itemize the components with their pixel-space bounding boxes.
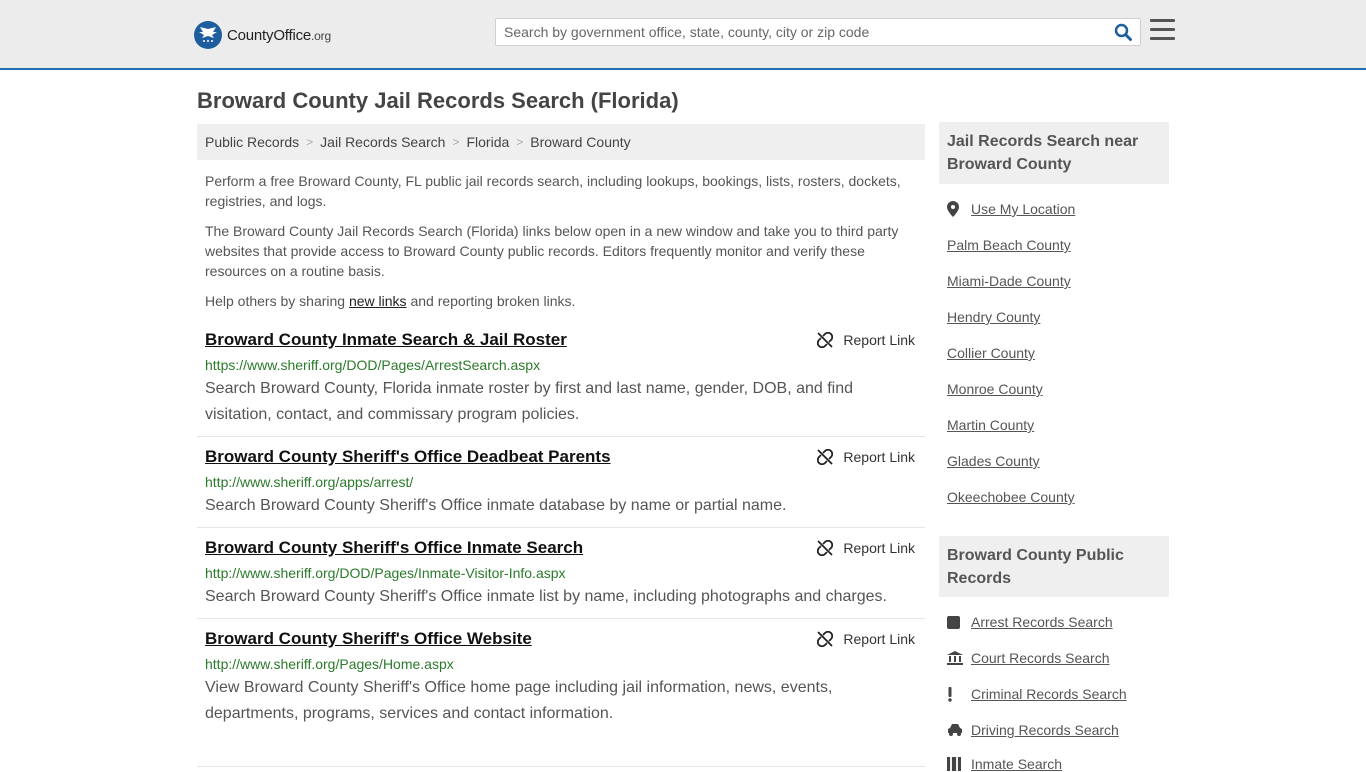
result-url: https://www.sheriff.org/DOD/Pages/Arrest… <box>205 357 541 373</box>
public-records-heading: Broward County Public Records <box>939 536 1169 597</box>
breadcrumb-public-records[interactable]: Public Records <box>205 134 299 150</box>
nearby-county-link[interactable]: Hendry County <box>947 309 1040 325</box>
arrest-records-link[interactable]: Arrest Records Search <box>971 614 1113 630</box>
nearby-county-link[interactable]: Martin County <box>947 417 1034 433</box>
use-my-location-link[interactable]: Use My Location <box>971 201 1075 217</box>
public-record-row: Arrest Records Search <box>947 614 1113 630</box>
result-title-link[interactable]: Broward County Sheriff's Office Inmate S… <box>205 538 583 558</box>
search-box <box>495 18 1141 46</box>
report-link-button[interactable]: Report Link <box>817 540 915 556</box>
court-records-link[interactable]: Court Records Search <box>971 650 1110 666</box>
report-link-button[interactable]: Report Link <box>817 332 915 348</box>
report-link-button[interactable]: Report Link <box>817 449 915 465</box>
public-record-row: Driving Records Search <box>947 722 1119 738</box>
nearby-county-link[interactable]: Okeechobee County <box>947 489 1075 505</box>
courthouse-icon <box>947 650 965 666</box>
search-icon <box>1114 23 1132 41</box>
intro-paragraph-2: The Broward County Jail Records Search (… <box>205 223 899 279</box>
result-url: http://www.sheriff.org/apps/arrest/ <box>205 474 414 490</box>
result-item: Broward County Sheriff's Office Inmate S… <box>197 538 925 619</box>
broken-link-icon <box>817 332 834 348</box>
broken-link-icon <box>817 631 834 647</box>
breadcrumb-broward-county[interactable]: Broward County <box>530 134 630 150</box>
site-logo[interactable]: CountyOffice.org <box>194 20 331 50</box>
nearby-county-link[interactable]: Collier County <box>947 345 1035 361</box>
breadcrumb-separator-icon: > <box>452 135 460 149</box>
square-icon <box>947 614 965 630</box>
logo-main: CountyOffice <box>227 26 312 44</box>
breadcrumb-separator-icon: > <box>306 135 314 149</box>
report-link-button[interactable]: Report Link <box>817 631 915 647</box>
breadcrumb-separator-icon: > <box>516 135 524 149</box>
use-location-row: Use My Location <box>947 201 1075 217</box>
criminal-records-link[interactable]: Criminal Records Search <box>971 686 1127 702</box>
breadcrumb: Public Records > Jail Records Search > F… <box>197 124 925 160</box>
search-input[interactable] <box>496 19 1106 45</box>
report-link-label: Report Link <box>843 540 915 556</box>
new-links-link[interactable]: new links <box>349 293 407 309</box>
broken-link-icon <box>817 449 834 465</box>
report-link-label: Report Link <box>843 332 915 348</box>
result-title-link[interactable]: Broward County Sheriff's Office Deadbeat… <box>205 447 611 467</box>
search-button[interactable] <box>1112 22 1134 42</box>
result-description: Search Broward County Sheriff's Office i… <box>205 588 887 605</box>
car-icon <box>947 722 965 738</box>
result-title-link[interactable]: Broward County Sheriff's Office Website <box>205 629 532 649</box>
nearby-county-link[interactable]: Miami-Dade County <box>947 273 1071 289</box>
result-description: Search Broward County, Florida inmate ro… <box>205 380 854 423</box>
result-url: http://www.sheriff.org/DOD/Pages/Inmate-… <box>205 565 566 581</box>
driving-records-link[interactable]: Driving Records Search <box>971 722 1119 738</box>
top-header: CountyOffice.org <box>0 0 1366 70</box>
report-link-label: Report Link <box>843 449 915 465</box>
result-item: Broward County Inmate Search & Jail Rost… <box>197 330 925 437</box>
result-description: View Broward County Sheriff's Office hom… <box>205 679 833 722</box>
nearby-heading: Jail Records Search near Broward County <box>939 122 1169 184</box>
intro-paragraph-3: Help others by sharing new links and rep… <box>205 291 917 311</box>
inmate-search-link[interactable]: Inmate Search <box>971 756 1062 772</box>
menu-bar-icon <box>1150 37 1175 40</box>
page-title: Broward County Jail Records Search (Flor… <box>197 88 679 113</box>
result-item: Broward County Sheriff's Office Website … <box>197 629 925 767</box>
intro-text: Perform a free Broward County, FL public… <box>205 171 917 321</box>
nearby-county-link[interactable]: Palm Beach County <box>947 237 1071 253</box>
public-record-row: Court Records Search <box>947 650 1110 666</box>
exclamation-icon <box>947 686 965 702</box>
intro-share-prefix: Help others by sharing <box>205 293 349 309</box>
hamburger-menu-button[interactable] <box>1150 19 1175 41</box>
menu-bar-icon <box>1150 28 1175 31</box>
broken-link-icon <box>817 540 834 556</box>
result-url: http://www.sheriff.org/Pages/Home.aspx <box>205 656 454 672</box>
nearby-county-link[interactable]: Glades County <box>947 453 1040 469</box>
report-link-label: Report Link <box>843 631 915 647</box>
breadcrumb-jail-records-search[interactable]: Jail Records Search <box>320 134 445 150</box>
result-description: Search Broward County Sheriff's Office i… <box>205 497 787 514</box>
logo-suffix: .org <box>311 28 331 43</box>
menu-bar-icon <box>1150 19 1175 22</box>
logo-text: CountyOffice.org <box>227 27 331 44</box>
breadcrumb-florida[interactable]: Florida <box>466 134 509 150</box>
nearby-county-link[interactable]: Monroe County <box>947 381 1043 397</box>
intro-share-suffix: and reporting broken links. <box>406 293 576 309</box>
public-record-row: Criminal Records Search <box>947 686 1127 702</box>
inmate-icon <box>947 756 965 772</box>
intro-paragraph-1: Perform a free Broward County, FL public… <box>205 173 901 209</box>
result-title-link[interactable]: Broward County Inmate Search & Jail Rost… <box>205 330 567 350</box>
logo-eagle-icon <box>194 21 222 49</box>
map-pin-icon <box>947 201 965 217</box>
public-record-row: Inmate Search <box>947 756 1062 772</box>
result-item: Broward County Sheriff's Office Deadbeat… <box>197 447 925 528</box>
